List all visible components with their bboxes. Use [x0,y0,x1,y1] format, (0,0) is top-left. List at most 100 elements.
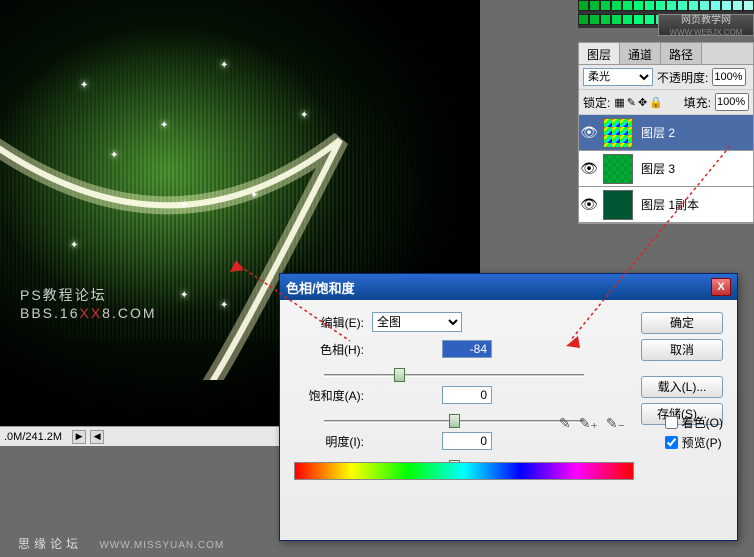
layer-name[interactable]: 图层 1副本 [637,196,699,213]
opacity-input[interactable] [712,68,746,86]
layers-blend-row: 柔光 不透明度: [579,65,753,90]
dialog-checkboxes: 着色(O) 预览(P) [665,414,723,454]
footer: 思缘论坛 WWW.MISSYUAN.COM [18,535,224,552]
status-arrow-right[interactable]: ▶ [72,430,86,444]
fill-input[interactable] [715,93,749,111]
sat-input[interactable] [442,386,492,404]
layers-panel: 图层 通道 路径 柔光 不透明度: 锁定: ▦ ✎ ✥ 🔒 填充: 👁图层 2👁… [578,42,754,224]
tab-paths[interactable]: 路径 [661,43,702,64]
layer-thumbnail[interactable] [603,154,633,184]
light-label: 明度(I): [294,433,364,450]
watermark-line2: BBS.16XX8.COM [20,305,157,321]
swatch[interactable] [578,0,589,11]
eyedropper-icon[interactable]: ✎ [559,415,571,432]
eyedropper-tools: ✎ ✎₊ ✎₋ [559,415,625,432]
swatch[interactable] [644,14,655,25]
swatch[interactable] [600,14,611,25]
sat-label: 饱和度(A): [294,387,364,404]
swatch[interactable] [699,0,710,11]
swatch[interactable] [622,14,633,25]
layer-row[interactable]: 👁 图层 2 [579,115,753,151]
colorize-check-label[interactable]: 着色(O) [665,414,723,431]
swatch[interactable] [721,0,732,11]
hue-slider[interactable] [324,366,584,386]
layer-row[interactable]: 👁 图层 3 [579,151,753,187]
swatch[interactable] [710,0,721,11]
tab-layers[interactable]: 图层 [579,43,620,64]
lock-icons: ▦ ✎ ✥ 🔒 [614,96,663,109]
swatch[interactable] [611,0,622,11]
visibility-icon[interactable]: 👁 [579,124,599,141]
hue-slider-track [324,374,584,377]
eyedropper-sub-icon[interactable]: ✎₋ [606,415,625,432]
layer-thumbnail[interactable] [603,190,633,220]
light-input[interactable] [442,432,492,450]
lock-paint-icon[interactable]: ✎ [627,96,636,109]
sat-slider[interactable] [324,412,584,432]
brand-badge: 网页教学网 WWW.WEBJX.COM [658,14,754,36]
visibility-icon[interactable]: 👁 [579,196,599,213]
lock-label: 锁定: [583,94,610,111]
layer-thumbnail[interactable] [603,118,633,148]
wm-mid: XX [79,305,102,321]
preview-checkbox[interactable] [665,436,678,449]
dialog-title-text: 色相/饱和度 [286,278,355,297]
colorize-text: 着色(O) [682,414,723,431]
layers-tabs: 图层 通道 路径 [579,43,753,65]
preview-check-label[interactable]: 预览(P) [665,434,723,451]
preview-text: 预览(P) [682,434,722,451]
footer-text: 思缘论坛 [18,537,82,551]
swatch[interactable] [589,14,600,25]
swatch[interactable] [611,14,622,25]
brand-line1: 网页教学网 [681,15,731,26]
hue-saturation-dialog: 色相/饱和度 X 编辑(E): 全图 色相(H): 饱和度(A): 明度(I): [279,273,738,541]
hue-slider-thumb[interactable] [394,368,405,382]
layer-row[interactable]: 👁 图层 1副本 [579,187,753,223]
layer-name[interactable]: 图层 2 [637,124,675,141]
swatch[interactable] [732,0,743,11]
edit-label: 编辑(E): [294,314,364,331]
lock-transparency-icon[interactable]: ▦ [614,96,624,109]
brand-line2: WWW.WEBJX.COM [670,28,743,37]
dialog-body: 编辑(E): 全图 色相(H): 饱和度(A): 明度(I): 确 [280,300,737,490]
colorize-checkbox[interactable] [665,416,678,429]
swatch[interactable] [622,0,633,11]
eyedropper-add-icon[interactable]: ✎₊ [579,415,598,432]
dialog-buttons: 确定 取消 载入(L)... 存储(S)... [641,312,723,430]
swatch[interactable] [655,0,666,11]
swatch[interactable] [578,14,589,25]
hue-input[interactable] [442,340,492,358]
swatch[interactable] [644,0,655,11]
ok-button[interactable]: 确定 [641,312,723,334]
spectrum-bar [294,462,634,480]
wm-post: 8.COM [102,305,156,321]
swatch[interactable] [688,0,699,11]
dialog-titlebar[interactable]: 色相/饱和度 X [280,274,737,300]
load-button[interactable]: 载入(L)... [641,376,723,398]
layers-lock-row: 锁定: ▦ ✎ ✥ 🔒 填充: [579,90,753,115]
light-row: 明度(I): [294,432,723,450]
swatch[interactable] [677,0,688,11]
layer-list: 👁 图层 2 👁 图层 3 👁 图层 1副本 [579,115,753,223]
sat-slider-thumb[interactable] [449,414,460,428]
footer-url: WWW.MISSYUAN.COM [99,540,224,551]
status-text: .0M/241.2M [4,431,62,443]
opacity-label: 不透明度: [657,69,708,86]
swatch[interactable] [633,0,644,11]
swatch[interactable] [633,14,644,25]
visibility-icon[interactable]: 👁 [579,160,599,177]
tab-channels[interactable]: 通道 [620,43,661,64]
swatch[interactable] [589,0,600,11]
swatch[interactable] [600,0,611,11]
lock-move-icon[interactable]: ✥ [638,96,647,109]
swatch[interactable] [743,0,754,11]
edit-select[interactable]: 全图 [372,312,462,332]
status-arrow-left[interactable]: ◀ [90,430,104,444]
wm-pre: BBS.16 [20,305,79,321]
cancel-button[interactable]: 取消 [641,339,723,361]
close-button[interactable]: X [711,278,731,296]
blend-mode-select[interactable]: 柔光 [583,68,653,86]
layer-name[interactable]: 图层 3 [637,160,675,177]
lock-all-icon[interactable]: 🔒 [649,96,663,109]
swatch[interactable] [666,0,677,11]
